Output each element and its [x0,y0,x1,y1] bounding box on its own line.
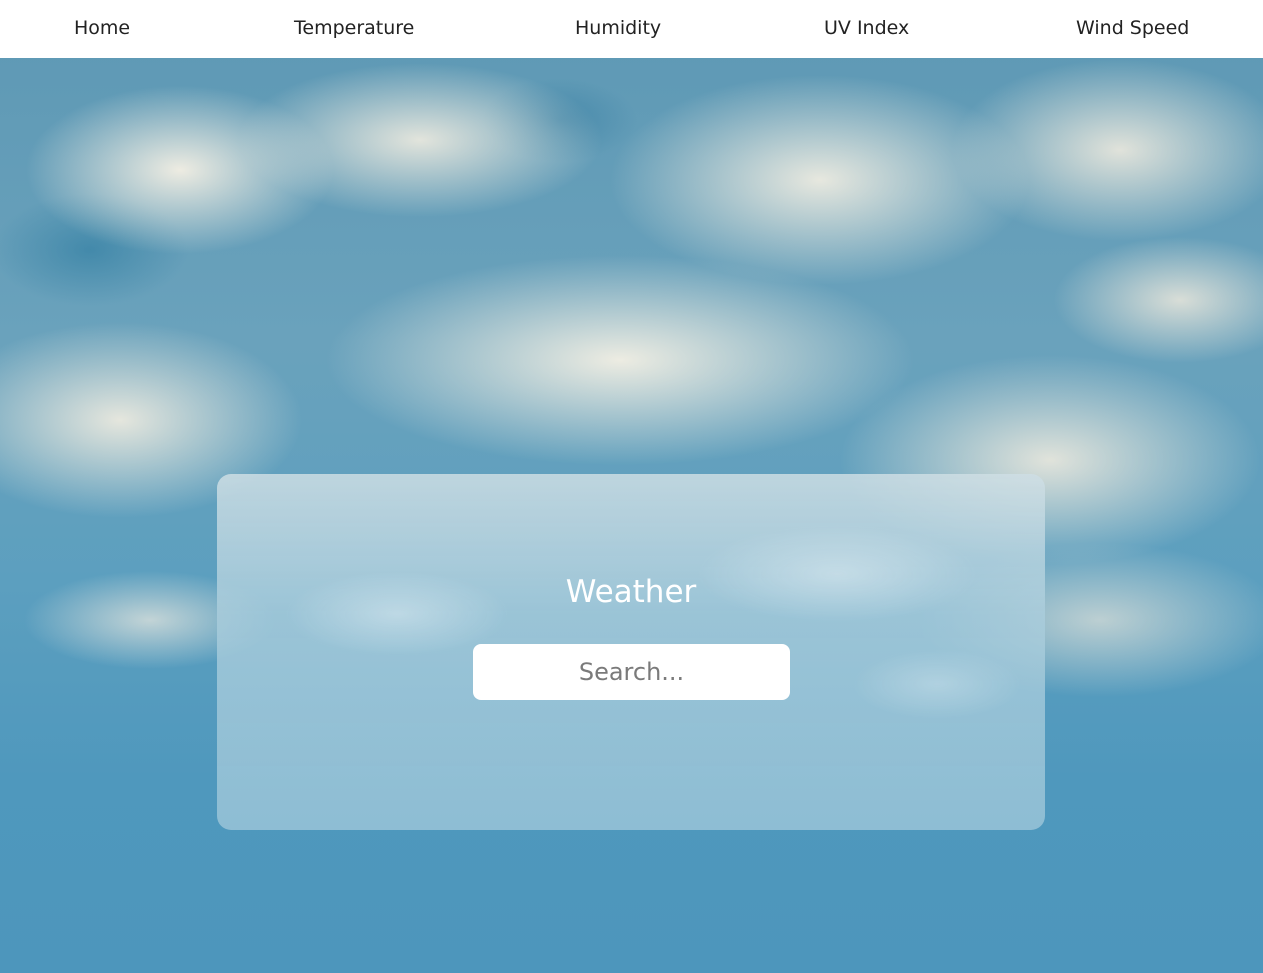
search-input[interactable] [473,644,790,700]
nav-item-home[interactable]: Home [74,0,130,58]
weather-card: Weather [217,474,1045,830]
nav-item-wind-speed[interactable]: Wind Speed [1076,0,1189,58]
nav-item-humidity[interactable]: Humidity [575,0,661,58]
card-title: Weather [565,574,697,610]
top-navigation-bar: Home Temperature Humidity UV Index Wind … [0,0,1263,58]
page: Home Temperature Humidity UV Index Wind … [0,0,1263,973]
nav-item-uv-index[interactable]: UV Index [824,0,909,58]
nav-item-temperature[interactable]: Temperature [294,0,414,58]
